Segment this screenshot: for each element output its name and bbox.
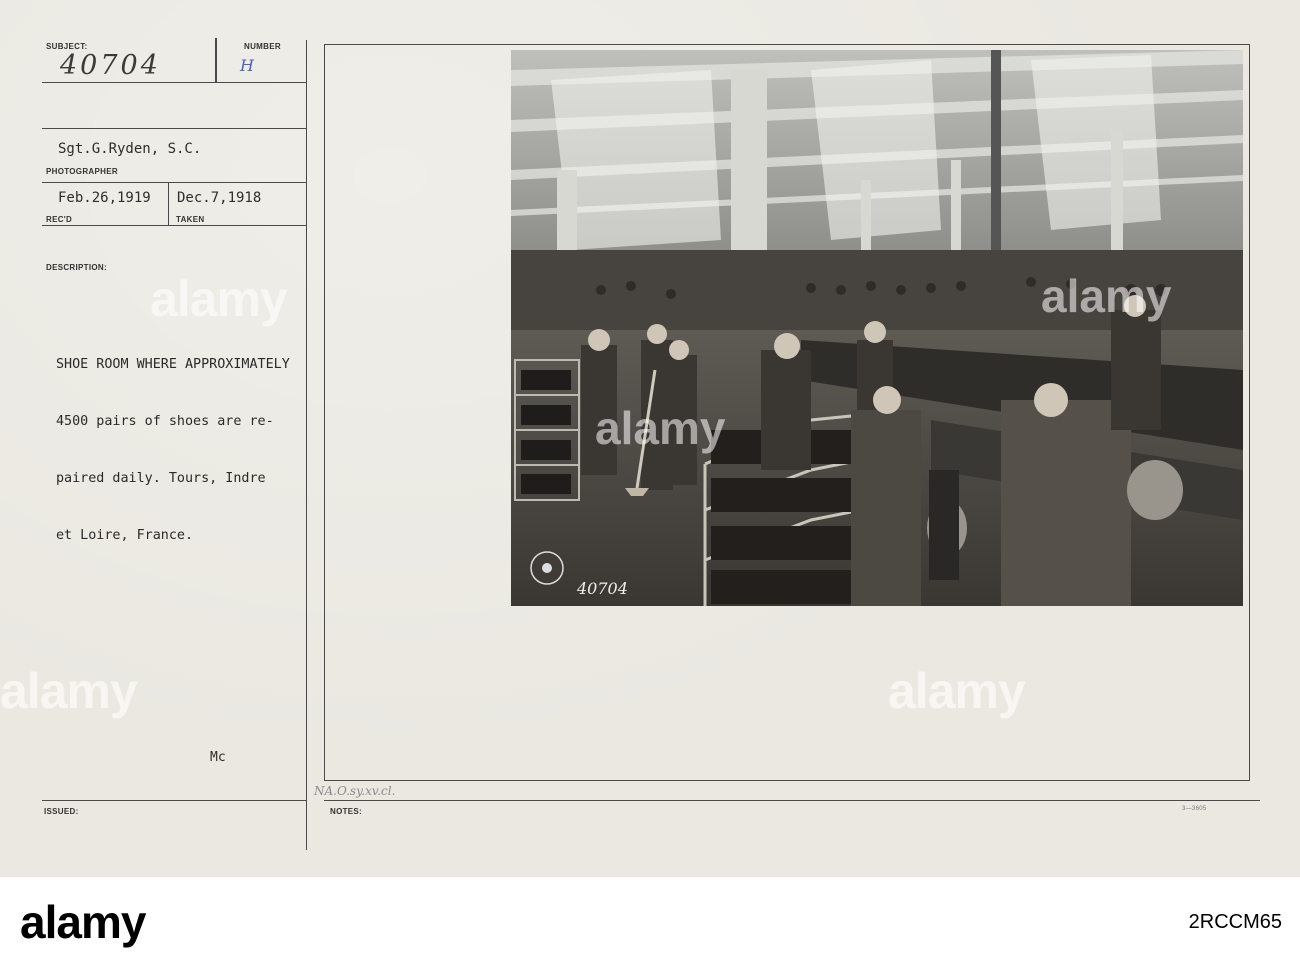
taken-date-value: Dec.7,1918	[177, 190, 262, 206]
received-date-value: Feb.26,1919	[58, 190, 151, 206]
subject-number-divider	[215, 38, 217, 82]
notes-label: NOTES:	[330, 807, 363, 816]
description-line-3: paired daily. Tours, Indre	[56, 471, 266, 486]
rule-photographer	[42, 182, 306, 183]
photo-watermark-2: alamy	[1041, 270, 1172, 322]
description-line-2: 4500 pairs of shoes are re-	[56, 414, 274, 429]
photo-panel-bottom-border	[324, 780, 1250, 781]
rule-dates	[42, 225, 306, 226]
form-number: 3—3605	[1182, 806, 1207, 812]
date-divider	[168, 182, 169, 226]
number-mark: H	[240, 56, 254, 75]
rule-top-photographer	[42, 128, 306, 129]
watermark-card-2: alamy	[0, 663, 138, 719]
photo-panel-right-border	[1249, 44, 1250, 780]
rule-subject	[42, 82, 306, 83]
subject-value: 40704	[60, 50, 161, 81]
description-text: SHOE ROOM WHERE APPROXIMATELY 4500 pairs…	[56, 317, 290, 583]
initials: Mc	[210, 750, 226, 765]
left-column-divider	[306, 40, 307, 850]
watermark-card-1: alamy	[150, 271, 288, 327]
photo-scene: 40704 alamy alamy	[511, 50, 1243, 606]
description-label: DESCRIPTION:	[46, 263, 107, 272]
stock-footer: alamy 2RCCM65	[0, 877, 1300, 967]
footer-brand[interactable]: alamy	[20, 895, 146, 949]
number-label: NUMBER	[244, 42, 281, 51]
photographer-label: PHOTOGRAPHER	[46, 167, 118, 176]
photo-panel-top-border	[324, 44, 1250, 45]
photo-panel-left-border	[324, 44, 325, 780]
photo-number: 40704	[576, 579, 628, 598]
rule-notes	[324, 800, 1260, 801]
notes-value: NA.O.sy.xv.cl.	[314, 784, 396, 798]
description-line-4: et Loire, France.	[56, 528, 194, 543]
taken-date-label: TAKEN	[176, 215, 205, 224]
received-date-label: REC'D	[46, 215, 73, 224]
photographer-value: Sgt.G.Ryden, S.C.	[58, 141, 202, 157]
footer-image-id: 2RCCM65	[1188, 911, 1282, 933]
watermark-card-3: alamy	[888, 663, 1026, 719]
issued-label: ISSUED:	[44, 807, 79, 816]
factory-photograph: 40704 alamy alamy	[511, 50, 1243, 606]
archive-card: SUBJECT: NUMBER 40704 H Sgt.G.Ryden, S.C…	[0, 0, 1300, 877]
rule-issued	[42, 800, 306, 801]
description-line-1: SHOE ROOM WHERE APPROXIMATELY	[56, 357, 290, 372]
photo-watermark: alamy	[595, 402, 726, 454]
